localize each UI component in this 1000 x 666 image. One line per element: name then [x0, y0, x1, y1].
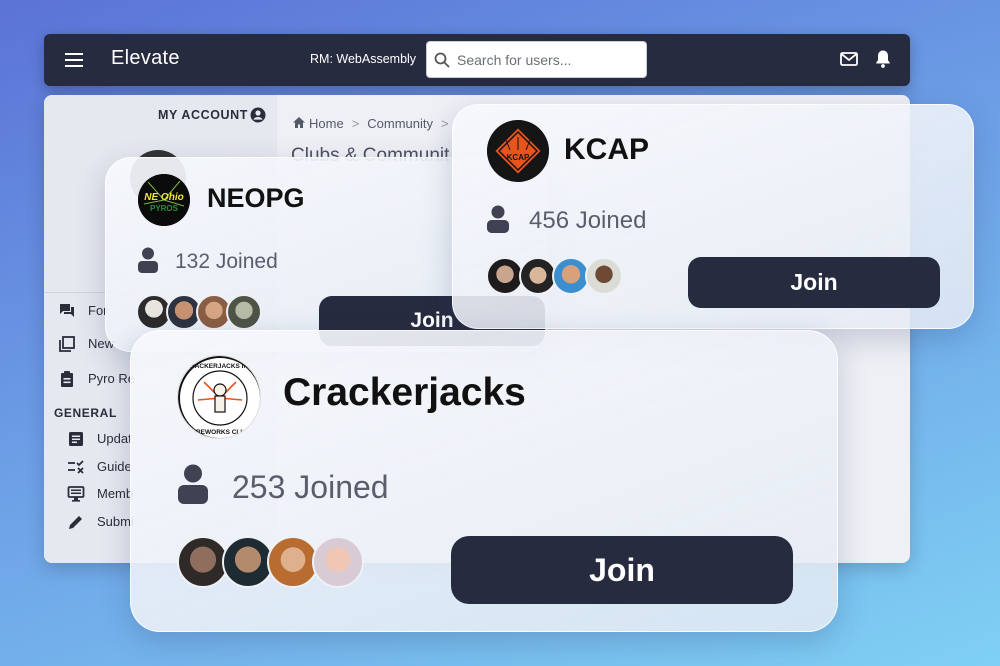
member-avatars [486, 257, 626, 297]
pencil-icon [69, 516, 82, 529]
account-circle-icon[interactable] [250, 107, 266, 123]
kcap-logo: KCAP [487, 120, 549, 182]
breadcrumb-separator: > [351, 116, 360, 131]
rm-label: RM: WebAssembly [310, 52, 417, 66]
club-name: Crackerjacks [283, 371, 526, 414]
search-icon [434, 52, 450, 68]
svg-text:CRACKERJACKS INC.: CRACKERJACKS INC. [185, 363, 255, 370]
general-heading: GENERAL [54, 406, 117, 420]
sidebar-item-pyro[interactable]: Pyro Re [61, 371, 135, 387]
sidebar-item-members[interactable]: Memb [67, 486, 134, 502]
club-card-kcap: KCAP KCAP 456 Joined Join [452, 104, 974, 329]
sidebar-item-updates[interactable]: Updat [69, 431, 132, 446]
home-icon [293, 117, 305, 128]
club-name: KCAP [564, 133, 650, 166]
sidebar-item-guide[interactable]: Guide [68, 459, 132, 474]
svg-text:PYROS: PYROS [150, 204, 179, 213]
mail-icon[interactable] [840, 51, 858, 67]
breadcrumb-community[interactable]: Community [367, 116, 433, 131]
my-account-label[interactable]: MY ACCOUNT [158, 108, 248, 122]
join-button[interactable]: Join [451, 536, 793, 604]
sidebar-item-submit[interactable]: Submi [69, 514, 134, 529]
monitor-icon [67, 486, 85, 502]
person-icon [178, 464, 208, 504]
person-icon [487, 205, 509, 233]
member-avatar [312, 536, 364, 588]
breadcrumb: Home > Community > [292, 116, 457, 131]
search-input[interactable] [457, 42, 643, 77]
member-avatars [177, 536, 367, 588]
sidebar-item-label: Memb [97, 486, 134, 501]
member-avatar [585, 257, 623, 295]
joined-count: 253 Joined [232, 469, 389, 505]
checklist-icon [68, 460, 84, 474]
breadcrumb-separator: > [441, 116, 449, 131]
article-icon [69, 432, 83, 446]
sidebar-item-label: Updat [97, 431, 132, 446]
bell-icon[interactable] [875, 49, 891, 69]
member-avatars [136, 294, 266, 334]
club-card-crackerjacks: CRACKERJACKS INC. FIREWORKS CLUB Cracker… [130, 330, 838, 632]
joined-count: 132 Joined [175, 250, 278, 273]
search-box[interactable] [426, 41, 647, 78]
app-title: Elevate [111, 47, 180, 69]
crackerjacks-logo: CRACKERJACKS INC. FIREWORKS CLUB [177, 355, 261, 439]
breadcrumb-home[interactable]: Home [309, 116, 344, 131]
svg-text:NE Ohio: NE Ohio [144, 192, 183, 203]
join-button[interactable]: Join [688, 257, 940, 308]
clipboard-icon [61, 371, 73, 387]
library-icon [59, 336, 75, 352]
person-icon [138, 247, 158, 273]
svg-text:FIREWORKS CLUB: FIREWORKS CLUB [190, 429, 250, 436]
member-avatar [226, 294, 262, 330]
hamburger-menu-icon[interactable] [65, 53, 83, 67]
neopg-logo: NE Ohio PYROS [138, 174, 190, 226]
app-bar: Elevate RM: WebAssembly [44, 34, 910, 86]
club-name: NEOPG [207, 183, 305, 213]
svg-text:KCAP: KCAP [507, 153, 530, 162]
sidebar-item-label: Guide [97, 459, 132, 474]
forum-icon [60, 304, 74, 317]
sidebar-item-label: Pyro Re [88, 371, 135, 386]
joined-count: 456 Joined [529, 207, 647, 234]
sidebar-item-label: Submi [97, 514, 134, 529]
